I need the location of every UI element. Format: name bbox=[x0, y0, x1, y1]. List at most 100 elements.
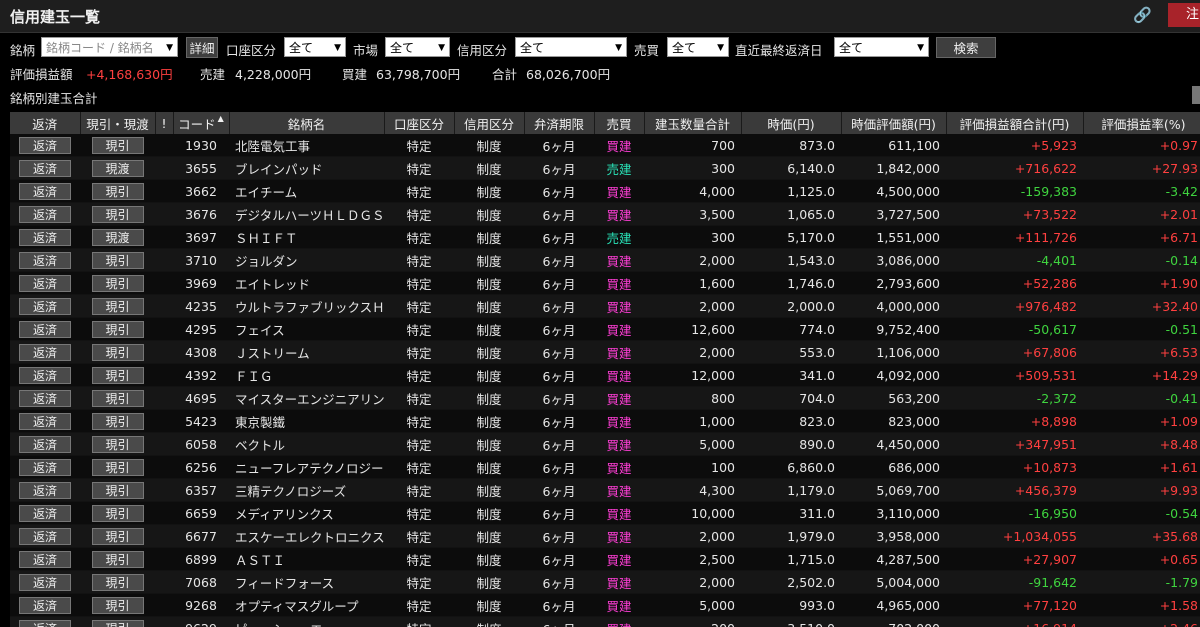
term-cell: 6ヶ月 bbox=[524, 156, 594, 180]
term-cell: 6ヶ月 bbox=[524, 340, 594, 364]
credit-cell: 制度 bbox=[454, 294, 524, 318]
delivery-button[interactable]: 現引 bbox=[91, 458, 144, 476]
return-button[interactable]: 返済 bbox=[19, 412, 71, 430]
header-name[interactable]: 銘柄名 bbox=[229, 112, 385, 134]
return-button[interactable]: 返済 bbox=[19, 619, 71, 627]
header-side[interactable]: 売買 bbox=[594, 112, 645, 134]
value-cell: 1,106,000 bbox=[841, 340, 946, 364]
header-label: 信用区分 bbox=[463, 116, 514, 132]
return-button[interactable]: 返済 bbox=[19, 320, 71, 338]
delivery-button[interactable]: 現引 bbox=[91, 619, 144, 627]
return-button[interactable]: 返済 bbox=[19, 136, 71, 154]
delivery-button[interactable]: 現引 bbox=[91, 366, 144, 384]
return-button[interactable]: 返済 bbox=[19, 458, 71, 476]
credit-select[interactable]: 全て ▼ bbox=[515, 37, 627, 57]
delivery-button[interactable]: 現引 bbox=[91, 412, 144, 430]
header-term[interactable]: 弁済期限 bbox=[524, 112, 595, 134]
return-button[interactable]: 返済 bbox=[19, 251, 71, 269]
delivery-button[interactable]: 現引 bbox=[91, 136, 144, 154]
header-rate[interactable]: 評価損益率(%) bbox=[1083, 112, 1200, 134]
trade-select[interactable]: 全て ▼ bbox=[667, 37, 729, 57]
delivery-button[interactable]: 現引 bbox=[91, 274, 144, 292]
delivery-button[interactable]: 現引 bbox=[91, 573, 144, 591]
value-cell: 4,500,000 bbox=[841, 179, 946, 203]
return-button[interactable]: 返済 bbox=[19, 205, 71, 223]
market-select[interactable]: 全て ▼ bbox=[385, 37, 450, 57]
account-select[interactable]: 全て ▼ bbox=[284, 37, 346, 57]
delivery-button[interactable]: 現引 bbox=[91, 550, 144, 568]
name-cell: ＳＨＩＦＴ bbox=[229, 225, 384, 249]
header-alert[interactable]: ! bbox=[155, 112, 174, 134]
return-button[interactable]: 返済 bbox=[19, 159, 71, 177]
order-button[interactable]: 注 bbox=[1168, 3, 1200, 27]
header-label: 時価(円) bbox=[767, 116, 815, 132]
term-cell: 6ヶ月 bbox=[524, 616, 594, 627]
qty-cell: 1,600 bbox=[644, 271, 741, 295]
delivery-button[interactable]: 現引 bbox=[91, 435, 144, 453]
detail-button[interactable]: 詳細 bbox=[186, 37, 218, 58]
return-button[interactable]: 返済 bbox=[19, 573, 71, 591]
alert-cell bbox=[155, 478, 173, 502]
scrollbar[interactable] bbox=[1192, 86, 1200, 104]
delivery-button[interactable]: 現引 bbox=[91, 596, 144, 614]
delivery-button[interactable]: 現渡 bbox=[91, 159, 144, 177]
delivery-button[interactable]: 現引 bbox=[91, 343, 144, 361]
return-button[interactable]: 返済 bbox=[19, 182, 71, 200]
return-button[interactable]: 返済 bbox=[19, 228, 71, 246]
return-button[interactable]: 返済 bbox=[19, 481, 71, 499]
search-button[interactable]: 検索 bbox=[936, 37, 996, 58]
header-price[interactable]: 時価(円) bbox=[741, 112, 842, 134]
header-action[interactable]: 現引・現渡 bbox=[80, 112, 156, 134]
name-cell: エイトレッド bbox=[229, 271, 384, 295]
delivery-button[interactable]: 現引 bbox=[91, 481, 144, 499]
delivery-button[interactable]: 現引 bbox=[91, 320, 144, 338]
code-cell: 9629 bbox=[173, 616, 229, 627]
delivery-button[interactable]: 現引 bbox=[91, 182, 144, 200]
credit-cell: 制度 bbox=[454, 248, 524, 272]
header-qty[interactable]: 建玉数量合計 bbox=[644, 112, 742, 134]
return-button[interactable]: 返済 bbox=[19, 366, 71, 384]
delivery-button-cell: 現引 bbox=[80, 134, 155, 157]
pl-cell: +52,286 bbox=[946, 271, 1083, 295]
delivery-button[interactable]: 現渡 bbox=[91, 228, 144, 246]
link-icon[interactable]: 🔗 bbox=[1133, 6, 1152, 24]
delivery-button[interactable]: 現引 bbox=[91, 389, 144, 407]
pl-cell: +73,522 bbox=[946, 202, 1083, 226]
brand-dropdown[interactable]: ▼ bbox=[160, 37, 178, 57]
table-header-row: 返済 現引・現渡! コード ▲ 銘柄名 口座区分 信用区分 弁済期限 売買 建玉数量合計 時価(円)… bbox=[10, 112, 1200, 134]
return-button[interactable]: 返済 bbox=[19, 550, 71, 568]
return-button[interactable]: 返済 bbox=[19, 274, 71, 292]
header-label: ! bbox=[161, 115, 167, 131]
delivery-button[interactable]: 現引 bbox=[91, 205, 144, 223]
brand-search-input[interactable]: 銘柄コード / 銘柄名 bbox=[41, 37, 178, 57]
price-cell: 704.0 bbox=[741, 386, 841, 410]
delivery-button[interactable]: 現引 bbox=[91, 297, 144, 315]
delivery-button[interactable]: 現引 bbox=[91, 251, 144, 269]
return-button[interactable]: 返済 bbox=[19, 435, 71, 453]
credit-cell: 制度 bbox=[454, 616, 524, 627]
return-button[interactable]: 返済 bbox=[19, 389, 71, 407]
term-cell: 6ヶ月 bbox=[524, 248, 594, 272]
header-return[interactable]: 返済 bbox=[10, 112, 81, 134]
term-cell: 6ヶ月 bbox=[524, 593, 594, 617]
due-select[interactable]: 全て ▼ bbox=[834, 37, 929, 57]
return-button[interactable]: 返済 bbox=[19, 343, 71, 361]
code-cell: 4308 bbox=[173, 340, 229, 364]
header-pl[interactable]: 評価損益額合計(円) bbox=[946, 112, 1084, 134]
pl-cell: -4,401 bbox=[946, 248, 1083, 272]
return-button[interactable]: 返済 bbox=[19, 504, 71, 522]
code-cell: 6256 bbox=[173, 455, 229, 479]
delivery-button[interactable]: 現引 bbox=[91, 527, 144, 545]
return-button[interactable]: 返済 bbox=[19, 297, 71, 315]
header-credit[interactable]: 信用区分 bbox=[454, 112, 525, 134]
rate-cell: +8.48 bbox=[1083, 432, 1200, 456]
return-button-cell: 返済 bbox=[10, 294, 80, 318]
return-button[interactable]: 返済 bbox=[19, 596, 71, 614]
delivery-button[interactable]: 現引 bbox=[91, 504, 144, 522]
return-button[interactable]: 返済 bbox=[19, 527, 71, 545]
header-account[interactable]: 口座区分 bbox=[384, 112, 455, 134]
header-code[interactable]: コード ▲ bbox=[173, 112, 230, 134]
header-value[interactable]: 時価評価額(円) bbox=[841, 112, 947, 134]
table-row: 返済 現引 3710 ジョルダン 特定 制度 6ヶ月 買建 2,000 1,543.0 3,086,… bbox=[10, 248, 1200, 272]
term-cell: 6ヶ月 bbox=[524, 501, 594, 525]
